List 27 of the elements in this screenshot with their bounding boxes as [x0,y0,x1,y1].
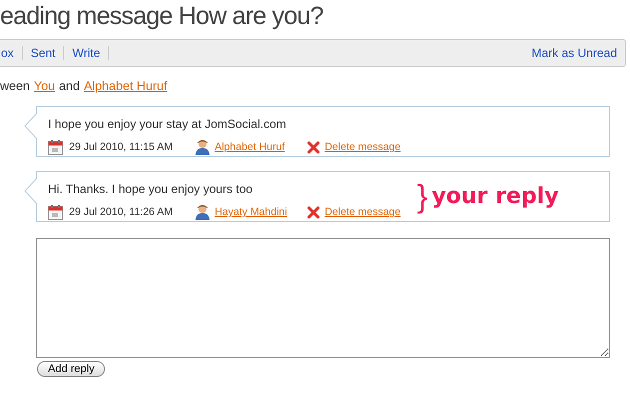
reply-field[interactable] [36,238,610,358]
message-text: I hope you enjoy your stay at JomSocial.com [48,117,286,131]
author-link[interactable]: Hayaty Mahdini [214,206,293,218]
toolbar-link[interactable]: ox [0,46,23,60]
toolbar-link[interactable]: Sent [22,46,64,60]
user-icon [194,139,210,155]
delete-icon [306,206,320,218]
annotation-brace: } [417,180,428,212]
message-text: Hi. Thanks. I hope you enjoy yours too [48,182,253,196]
calendar-icon [48,204,63,220]
participants-joiner: and [58,79,80,93]
calendar-icon [48,140,63,154]
annotation-text: your reply [432,184,559,208]
user-icon [194,204,210,220]
delete-icon [306,140,320,154]
message-date: 29 Jul 2010, 11:26 AM [69,206,173,218]
page-title: eading message How are you? [0,2,324,31]
message-date: 29 Jul 2010, 11:15 AM [69,141,173,153]
participant-link[interactable]: Alphabet Huruf [84,79,168,93]
participant-link[interactable]: You [34,79,55,93]
mark-unread-link[interactable]: Mark as Unread [524,46,625,60]
add-reply-button[interactable]: Add reply [37,361,106,377]
toolbar-link[interactable]: Write [64,46,110,60]
participants-label: ween [0,79,30,93]
delete-link[interactable]: Delete message [324,141,401,153]
delete-link[interactable]: Delete message [324,206,401,218]
author-link[interactable]: Alphabet Huruf [214,141,293,153]
